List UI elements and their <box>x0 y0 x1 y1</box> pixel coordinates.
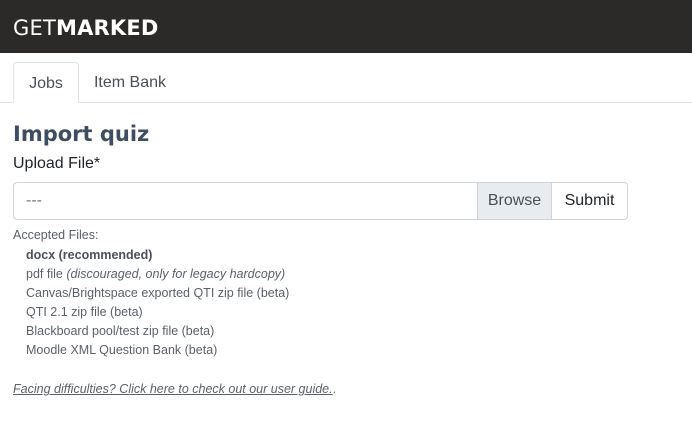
accepted-file-item: QTI 2.1 zip file (beta) <box>26 303 289 322</box>
accepted-file-text: QTI 2.1 zip file (beta) <box>26 305 143 319</box>
accepted-file-text: docx (recommended) <box>26 248 153 262</box>
top-navbar: GETMARKED <box>0 0 692 53</box>
accepted-files-title: Accepted Files: <box>13 228 99 242</box>
tab-jobs[interactable]: Jobs <box>13 62 79 103</box>
accepted-file-item: Moodle XML Question Bank (beta) <box>26 341 289 360</box>
accepted-file-text: Blackboard pool/test zip file (beta) <box>26 324 215 338</box>
logo-text-marked: MARKED <box>55 16 159 40</box>
accepted-file-text: pdf file <box>26 267 63 281</box>
accepted-file-item: Blackboard pool/test zip file (beta) <box>26 322 289 341</box>
user-guide-suffix: . <box>332 382 337 396</box>
user-guide-note: Facing difficulties? Click here to check… <box>13 380 336 398</box>
accepted-files: Accepted Files: docx (recommended) pdf f… <box>13 227 289 360</box>
submit-button[interactable]: Submit <box>552 182 628 220</box>
accepted-file-item: docx (recommended) <box>26 246 289 265</box>
upload-file-label: Upload File* <box>13 155 101 172</box>
user-guide-link[interactable]: Facing difficulties? Click here to check… <box>13 382 333 396</box>
browse-button[interactable]: Browse <box>477 182 552 220</box>
accepted-file-item: pdf file (discouraged, only for legacy h… <box>26 265 289 284</box>
logo-text-get: GET <box>13 16 56 40</box>
getmarked-logo[interactable]: GETMARKED <box>13 16 159 40</box>
file-path-input[interactable] <box>13 182 477 220</box>
accepted-file-text: Canvas/Brightspace exported QTI zip file… <box>26 286 290 300</box>
tab-item-bank[interactable]: Item Bank <box>79 62 181 103</box>
accepted-file-note: (discouraged, only for legacy hardcopy) <box>66 267 286 281</box>
accepted-file-item: Canvas/Brightspace exported QTI zip file… <box>26 284 289 303</box>
accepted-file-text: Moodle XML Question Bank (beta) <box>26 343 218 357</box>
accepted-files-list: docx (recommended) pdf file (discouraged… <box>13 246 289 360</box>
page-title: Import quiz <box>13 122 150 146</box>
file-upload-group: Browse Submit <box>13 182 628 220</box>
